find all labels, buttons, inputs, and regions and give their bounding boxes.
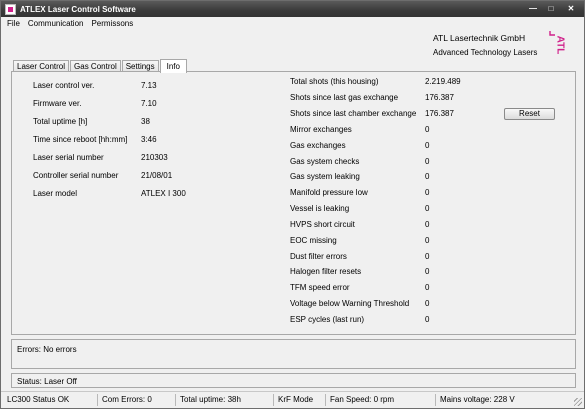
manifold-pressure-low-label: Manifold pressure low	[290, 188, 368, 197]
company-tagline: Advanced Technology Lasers	[433, 48, 538, 57]
resize-grip[interactable]	[574, 398, 582, 406]
gas-system-leaking-value: 0	[425, 172, 430, 181]
tab-info[interactable]: Info	[159, 59, 187, 73]
gas-system-leaking-label: Gas system leaking	[290, 172, 360, 181]
tfm-speed-error-value: 0	[425, 283, 430, 292]
status-separator	[273, 394, 274, 406]
esp-cycles-label: ESP cycles (last run)	[290, 315, 365, 324]
eoc-missing-value: 0	[425, 236, 430, 245]
firmware-version-label: Firmware ver.	[33, 99, 82, 108]
shots-since-gas-exchange-label: Shots since last gas exchange	[290, 93, 399, 102]
halogen-filter-resets-label: Halogen filter resets	[290, 267, 362, 276]
shots-since-chamber-exchange-label: Shots since last chamber exchange	[290, 109, 417, 118]
voltage-below-warning-label: Voltage below Warning Threshold	[290, 299, 410, 308]
status-text: Status: Laser Off	[17, 377, 77, 386]
tfm-speed-error-label: TFM speed error	[290, 283, 350, 292]
info-panel: Laser control ver. 7.13 Firmware ver. 7.…	[11, 71, 576, 335]
laser-serial-label: Laser serial number	[33, 153, 104, 162]
reset-button[interactable]: Reset	[504, 108, 555, 120]
mains-voltage: Mains voltage: 228 V	[440, 395, 515, 404]
errors-box: Errors: No errors	[11, 339, 576, 369]
mirror-exchanges-label: Mirror exchanges	[290, 125, 352, 134]
esp-cycles-value: 0	[425, 315, 430, 324]
gas-system-checks-label: Gas system checks	[290, 157, 360, 166]
app-window: ATLEX Laser Control Software — □ ✕ File …	[0, 0, 585, 409]
eoc-missing-label: EOC missing	[290, 236, 337, 245]
dust-filter-errors-value: 0	[425, 252, 430, 261]
laser-serial-value: 210303	[141, 153, 168, 162]
menu-permissions[interactable]: Permissons	[87, 19, 137, 28]
status-bar: LC300 Status OK Com Errors: 0 Total upti…	[1, 391, 584, 408]
gas-exchanges-value: 0	[425, 141, 430, 150]
atl-logo: ATL	[549, 31, 565, 55]
status-box: Status: Laser Off	[11, 373, 576, 388]
vessel-leaking-label: Vessel is leaking	[290, 204, 350, 213]
manifold-pressure-low-value: 0	[425, 188, 430, 197]
shots-since-gas-exchange-value: 176.387	[425, 93, 454, 102]
laser-model-value: ATLEX I 300	[141, 189, 186, 198]
fan-speed: Fan Speed: 0 rpm	[330, 395, 395, 404]
status-separator	[435, 394, 436, 406]
dust-filter-errors-label: Dust filter errors	[290, 252, 347, 261]
vessel-leaking-value: 0	[425, 204, 430, 213]
minimize-button[interactable]: —	[525, 3, 541, 15]
status-separator	[97, 394, 98, 406]
status-separator	[175, 394, 176, 406]
controller-serial-label: Controller serial number	[33, 171, 119, 180]
title-bar[interactable]: ATLEX Laser Control Software — □ ✕	[1, 1, 584, 17]
controller-serial-value: 21/08/01	[141, 171, 173, 180]
tab-bar: Laser Control Gas Control Settings Info	[13, 58, 188, 73]
time-since-reboot-value: 3:46	[141, 135, 157, 144]
menu-file[interactable]: File	[1, 19, 24, 28]
com-errors: Com Errors: 0	[102, 395, 152, 404]
app-icon	[5, 3, 16, 15]
total-shots-value: 2.219.489	[425, 77, 461, 86]
laser-control-version-label: Laser control ver.	[33, 81, 95, 90]
voltage-below-warning-value: 0	[425, 299, 430, 308]
laser-control-version-value: 7.13	[141, 81, 157, 90]
gas-system-checks-value: 0	[425, 157, 430, 166]
shots-since-chamber-exchange-value: 176.387	[425, 109, 454, 118]
status-separator	[325, 394, 326, 406]
logo-text: ATL	[554, 36, 565, 55]
window-title: ATLEX Laser Control Software	[20, 4, 136, 14]
total-uptime-value: 38	[141, 117, 150, 126]
mirror-exchanges-value: 0	[425, 125, 430, 134]
hvps-short-circuit-value: 0	[425, 220, 430, 229]
total-shots-label: Total shots (this housing)	[290, 77, 379, 86]
hvps-short-circuit-label: HVPS short circuit	[290, 220, 355, 229]
company-name: ATL Lasertechnik GmbH	[433, 33, 526, 43]
halogen-filter-resets-value: 0	[425, 267, 430, 276]
menu-communication[interactable]: Communication	[24, 19, 88, 28]
firmware-version-value: 7.10	[141, 99, 157, 108]
total-uptime-label: Total uptime [h]	[33, 117, 88, 126]
total-uptime-status: Total uptime: 38h	[180, 395, 241, 404]
menu-bar: File Communication Permissons	[1, 17, 584, 30]
time-since-reboot-label: Time since reboot [hh:mm]	[33, 135, 128, 144]
maximize-button[interactable]: □	[543, 3, 559, 15]
logo-corner-mark	[549, 31, 555, 36]
close-button[interactable]: ✕	[561, 3, 581, 15]
gas-exchanges-label: Gas exchanges	[290, 141, 346, 150]
laser-model-label: Laser model	[33, 189, 78, 198]
errors-text: Errors: No errors	[17, 345, 77, 354]
lc-status: LC300 Status OK	[7, 395, 70, 404]
laser-mode: KrF Mode	[278, 395, 314, 404]
